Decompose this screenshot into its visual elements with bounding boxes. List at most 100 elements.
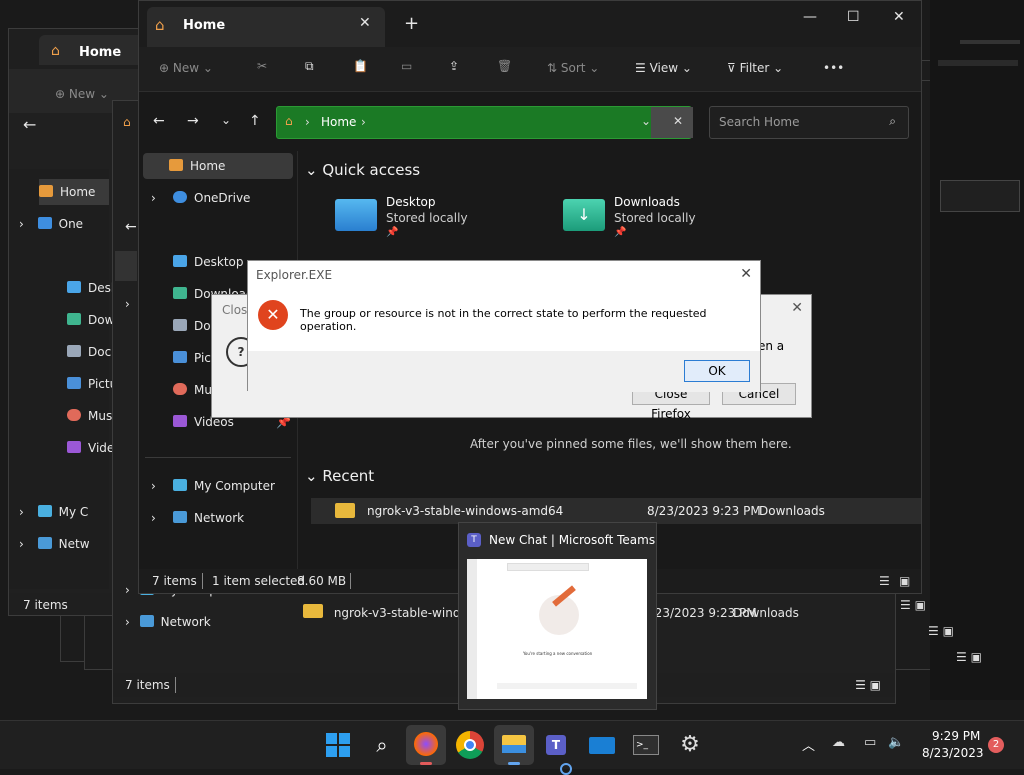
view-toggle-icons[interactable]: ☰ ▣ xyxy=(928,624,954,638)
nav-my-computer[interactable]: › My Computer xyxy=(151,473,275,499)
taskbar: ⌕ T >_ ⚙ ︿ ☁ ▭ 🔈 9:29 PM 8/23/2023 2 xyxy=(0,720,1024,775)
start-windows-icon[interactable] xyxy=(324,731,352,759)
new-tab-icon[interactable]: + xyxy=(404,13,419,34)
minimize-icon[interactable]: — xyxy=(803,9,817,25)
status-item-count: 7 items xyxy=(152,574,197,588)
nav-network[interactable]: › Network xyxy=(151,505,244,531)
paste-icon[interactable]: 📋 xyxy=(353,59,368,73)
show-hidden-icons-icon[interactable]: ︿ xyxy=(802,735,815,754)
forward-arrow-icon[interactable]: → xyxy=(187,113,199,129)
tab-title[interactable]: Home xyxy=(183,18,225,33)
nav-downloads[interactable]: Dow xyxy=(67,307,114,333)
share-icon[interactable]: ⇪ xyxy=(449,59,459,73)
error-dialog[interactable]: Explorer.EXE ✕ ✕ The group or resource i… xyxy=(247,260,761,392)
address-dropdown-icon[interactable]: ⌄ xyxy=(641,114,651,128)
display-icon[interactable]: ▭ xyxy=(864,735,876,750)
error-dialog-close-icon[interactable]: ✕ xyxy=(740,266,752,282)
teams-taskbar-preview[interactable]: T New Chat | Microsoft Teams You're star… xyxy=(458,522,657,710)
recent-header[interactable]: ⌄ Recent xyxy=(305,467,374,485)
firefox-dialog-close-icon[interactable]: ✕ xyxy=(791,300,803,316)
home-icon: ⌂ xyxy=(155,16,165,34)
notification-badge[interactable]: 2 xyxy=(988,737,1004,753)
nav-music[interactable]: Mus xyxy=(67,403,112,429)
teams-preview-thumbnail: You're starting a new conversation xyxy=(467,559,647,699)
error-message: The group or resource is not in the corr… xyxy=(300,307,707,333)
window-close-icon[interactable]: ✕ xyxy=(893,9,905,25)
recent-locations-icon[interactable]: ⌄ xyxy=(221,113,231,127)
address-crumb-home[interactable]: Home xyxy=(321,115,356,129)
nav-my-computer[interactable]: › My C xyxy=(19,499,88,525)
network-disconnected-icon[interactable]: ☁ xyxy=(832,735,845,750)
nav-network[interactable]: › Netw xyxy=(19,531,90,557)
nav-videos[interactable]: Vide xyxy=(67,435,114,461)
nav-desktop[interactable]: Desktop xyxy=(173,249,244,275)
search-placeholder: Search Home xyxy=(719,115,800,129)
expand-chevron-icon[interactable]: › xyxy=(125,297,130,311)
maximize-icon[interactable]: ☐ xyxy=(847,9,860,25)
mail-icon[interactable] xyxy=(588,731,616,759)
delete-icon[interactable]: 🗑 xyxy=(497,59,512,73)
nav-home[interactable]: Home xyxy=(39,179,109,205)
address-clear-icon[interactable]: ✕ xyxy=(673,114,683,128)
clock-date[interactable]: 8/23/2023 xyxy=(922,746,984,760)
tiles-view-icon[interactable]: ▣ xyxy=(899,569,910,593)
copy-icon[interactable]: ⧉ xyxy=(305,59,314,74)
error-dialog-title: Explorer.EXE xyxy=(256,268,333,282)
downloads-folder-icon: ↓ xyxy=(563,199,605,231)
home-icon: ⌂ xyxy=(123,115,131,129)
new-button[interactable]: ⊕ New ⌄ xyxy=(159,61,213,75)
status-item-count: 7 items xyxy=(125,678,170,692)
back-arrow-icon[interactable]: ← xyxy=(125,219,137,235)
view-toggle-icons[interactable]: ☰ ▣ xyxy=(900,598,926,612)
filter-button[interactable]: ⊽ Filter ⌄ xyxy=(727,61,783,75)
view-button[interactable]: ☰ View ⌄ xyxy=(635,61,692,75)
nav-home[interactable]: Home xyxy=(143,153,293,179)
nav-documents[interactable]: Doc xyxy=(67,339,111,365)
firefox-icon[interactable] xyxy=(406,725,446,765)
search-icon[interactable]: ⌕ xyxy=(368,731,396,759)
background-window-stripes xyxy=(930,0,1024,700)
sort-button[interactable]: ⇅ Sort ⌄ xyxy=(547,61,599,75)
folder-zip-icon xyxy=(335,503,355,518)
status-size: 8.60 MB xyxy=(297,574,347,588)
search-icon: ⌕ xyxy=(889,114,896,128)
home-icon: ⌂ xyxy=(285,114,293,128)
chrome-icon[interactable] xyxy=(456,731,484,759)
recent-file-row[interactable]: ngrok-v3-stable-windows-amd64 8/23/2023 … xyxy=(311,498,921,524)
status-item-count: 7 items xyxy=(23,598,68,612)
more-options-icon[interactable]: ••• xyxy=(823,61,844,75)
nav-desktop[interactable]: Desk xyxy=(67,275,118,301)
cut-icon[interactable]: ✂ xyxy=(257,59,267,73)
details-view-icon[interactable]: ☰ xyxy=(879,569,890,593)
pin-icon: 📌 xyxy=(614,227,627,238)
back-arrow-icon[interactable]: ← xyxy=(153,113,165,129)
back-arrow-icon[interactable]: ← xyxy=(23,115,36,134)
nav-onedrive[interactable]: › One xyxy=(19,211,83,237)
address-bar[interactable]: ⌂ › Home › ⌄ ✕ xyxy=(276,106,693,139)
nav-onedrive[interactable]: › OneDrive xyxy=(151,185,250,211)
ok-button[interactable]: OK xyxy=(684,360,750,382)
file-explorer-icon[interactable] xyxy=(494,725,534,765)
teams-icon: T xyxy=(467,533,481,547)
clock-time[interactable]: 9:29 PM xyxy=(932,729,980,743)
terminal-icon[interactable]: >_ xyxy=(632,731,660,759)
error-icon: ✕ xyxy=(258,300,288,330)
home-icon: ⌂ xyxy=(51,43,60,59)
teams-icon[interactable]: T xyxy=(544,731,572,775)
view-toggle-icons[interactable]: ☰ ▣ xyxy=(855,673,881,697)
new-button[interactable]: ⊕ New ⌄ xyxy=(55,87,109,101)
quick-access-header[interactable]: ⌄ Quick access xyxy=(305,161,420,179)
search-box[interactable]: Search Home ⌕ xyxy=(709,106,909,139)
quick-item-downloads[interactable]: ↓ Downloads Stored locally 📌 xyxy=(563,191,743,241)
nav-pictures[interactable]: Pictu xyxy=(67,371,117,397)
nav-network[interactable]: › Network xyxy=(125,609,211,635)
view-toggle-icons[interactable]: ☰ ▣ xyxy=(956,650,982,664)
settings-gear-icon[interactable]: ⚙ xyxy=(676,731,704,759)
tab-close-icon[interactable]: ✕ xyxy=(359,15,371,31)
up-arrow-icon[interactable]: ↑ xyxy=(249,113,261,129)
teams-preview-title: New Chat | Microsoft Teams xyxy=(489,533,656,547)
volume-icon[interactable]: 🔈 xyxy=(888,735,904,750)
rename-icon[interactable]: ▭ xyxy=(401,59,412,73)
quick-item-desktop[interactable]: Desktop Stored locally 📌 xyxy=(335,191,515,241)
tab-title[interactable]: Home xyxy=(79,45,121,60)
